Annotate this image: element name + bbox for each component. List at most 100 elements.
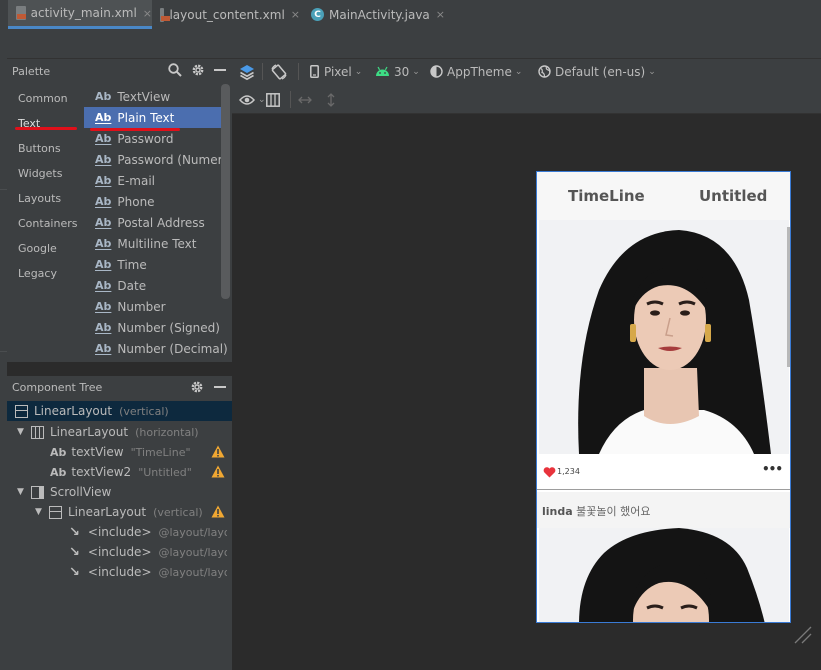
palette-item-number[interactable]: Ab Number [84,296,230,317]
minimize-icon[interactable] [214,64,226,76]
device-selector[interactable]: Pixel ⌄ [310,59,362,84]
palette-item-number-decimal[interactable]: Ab Number (Decimal) [84,338,230,359]
palette-item-phone[interactable]: Ab Phone [84,191,230,212]
palette-title: Palette [12,65,51,78]
theme-icon [430,65,443,78]
tree-node-textview2[interactable]: Ab textView2 "Untitled" [7,462,232,482]
tab-main-activity[interactable]: C MainActivity.java × [311,0,451,29]
woman-portrait-image [539,528,789,622]
palette-item-label: Password [117,131,174,146]
text-widget-icon: Ab [95,216,112,229]
close-icon[interactable]: × [436,8,445,21]
palette-category-legacy[interactable]: Legacy [18,267,57,280]
tab-layout-content[interactable]: layout_content.xml × [160,0,300,29]
left-tool-strip [0,29,7,670]
expand-triangle-icon[interactable]: ▼ [35,507,45,517]
tree-node-textview[interactable]: Ab textView "TimeLine" [7,442,232,462]
palette-item-label: Phone [117,194,155,209]
java-class-icon: C [311,8,324,21]
text-widget-icon: Ab [95,174,112,187]
search-icon[interactable] [168,63,182,77]
vertical-resize-button[interactable] [326,87,336,112]
palette-item-time[interactable]: Ab Time [84,254,230,275]
palette-item-plain-text[interactable]: Ab Plain Text [84,107,230,128]
gear-icon[interactable] [191,63,205,77]
tree-node-label: LinearLayout [68,505,147,519]
palette-item-label: Number (Signed) [117,320,220,335]
text-widget-icon: Ab [95,300,112,313]
text-widget-icon: Ab [95,111,112,124]
annotation-underline [90,128,180,131]
palette-item-password-numeric[interactable]: Ab Password (Numeric) [84,149,230,170]
eye-icon [239,94,255,105]
design-toolbar: Pixel ⌄ 30 ⌄ AppTheme ⌄ Default (en-us) … [232,59,821,84]
palette-item-multiline-text[interactable]: Ab Multiline Text [84,233,230,254]
tree-node-include[interactable]: ↘ <include> @layout/layout_content [7,542,232,562]
orientation-button[interactable] [270,59,288,84]
warning-icon[interactable] [211,445,225,458]
tree-node-label: textView2 [71,465,132,479]
horizontal-arrows-icon [298,96,312,103]
component-tree: LinearLayout (vertical) ▼ LinearLayout (… [7,399,232,670]
horizontal-resize-button[interactable] [298,87,312,112]
tab-activity-main[interactable]: activity_main.xml × [8,0,152,29]
caption-text: 불꽃놀이 했어요 [576,505,651,518]
phone-header: TimeLine Untitled [537,172,790,220]
locale-selector[interactable]: Default (en-us) ⌄ [538,59,656,84]
tree-node-include[interactable]: ↘ <include> @layout/layout_content [7,562,232,582]
include-arrow-icon: ↘ [69,544,80,560]
tree-node-label: <include> [87,545,152,559]
palette-category-containers[interactable]: Containers [18,217,78,230]
tree-node-horizontal-linearlayout[interactable]: ▼ LinearLayout (horizontal) [7,422,232,442]
palette-category-layouts[interactable]: Layouts [18,192,61,205]
vertical-layout-icon [15,404,28,418]
phone-scrollbar[interactable] [787,227,790,367]
warning-icon[interactable] [211,465,225,478]
theme-selector[interactable]: AppTheme ⌄ [430,59,522,84]
layers-toggle[interactable] [238,59,256,84]
tree-node-hint: "Untitled" [138,465,192,479]
android-icon [376,66,389,76]
palette-item-email[interactable]: Ab E-mail [84,170,230,191]
heart-icon[interactable] [543,467,556,478]
minimize-icon[interactable] [214,381,226,393]
tree-node-root-linearlayout[interactable]: LinearLayout (vertical) [7,401,232,421]
palette-category-widgets[interactable]: Widgets [18,167,62,180]
view-options-button[interactable]: ⌄ [239,87,266,112]
like-count: 1,234 [557,467,580,476]
untitled-title[interactable]: Untitled [699,187,767,205]
palette-scrollbar[interactable] [221,84,230,299]
timeline-title[interactable]: TimeLine [568,187,645,205]
tree-node-hint: (vertical) [119,404,169,418]
expand-triangle-icon[interactable]: ▼ [17,427,27,437]
expand-triangle-icon[interactable]: ▼ [17,487,27,497]
close-icon[interactable]: × [291,8,300,21]
palette-item-password[interactable]: Ab Password [84,128,230,149]
component-tree-title: Component Tree [12,381,103,394]
gear-icon[interactable] [190,380,204,394]
palette-category-common[interactable]: Common [18,92,68,105]
tree-node-hint: @layout/layout_content [158,525,227,539]
warning-icon[interactable] [211,505,225,518]
resize-handle-icon[interactable] [793,625,813,645]
palette-category-buttons[interactable]: Buttons [18,142,61,155]
tree-node-include[interactable]: ↘ <include> @layout/layout_content [7,522,232,542]
blueprint-toggle[interactable] [266,87,280,112]
phone-preview[interactable]: TimeLine Untitled 1,234 ••• linda 불꽃놀이 했… [536,171,791,623]
api-level-selector[interactable]: 30 ⌄ [375,59,420,84]
tree-node-inner-linearlayout[interactable]: ▼ LinearLayout (vertical) [7,502,232,522]
palette-item-label: Number (Decimal) [117,341,228,356]
palette-item-date[interactable]: Ab Date [84,275,230,296]
tree-node-scrollview[interactable]: ▼ ScrollView [7,482,232,502]
palette-item-postal-address[interactable]: Ab Postal Address [84,212,230,233]
xml-file-icon [160,7,172,22]
palette-item-number-signed[interactable]: Ab Number (Signed) [84,317,230,338]
chevron-down-icon: ⌄ [258,94,266,105]
palette-item-textview[interactable]: Ab TextView [84,86,230,107]
xml-file-icon [16,6,26,20]
palette-category-google[interactable]: Google [18,242,57,255]
tree-node-hint: @layout/layout_content [158,545,227,559]
close-icon[interactable]: × [143,7,152,20]
more-options-icon[interactable]: ••• [762,462,783,476]
scrollview-icon [31,485,44,499]
